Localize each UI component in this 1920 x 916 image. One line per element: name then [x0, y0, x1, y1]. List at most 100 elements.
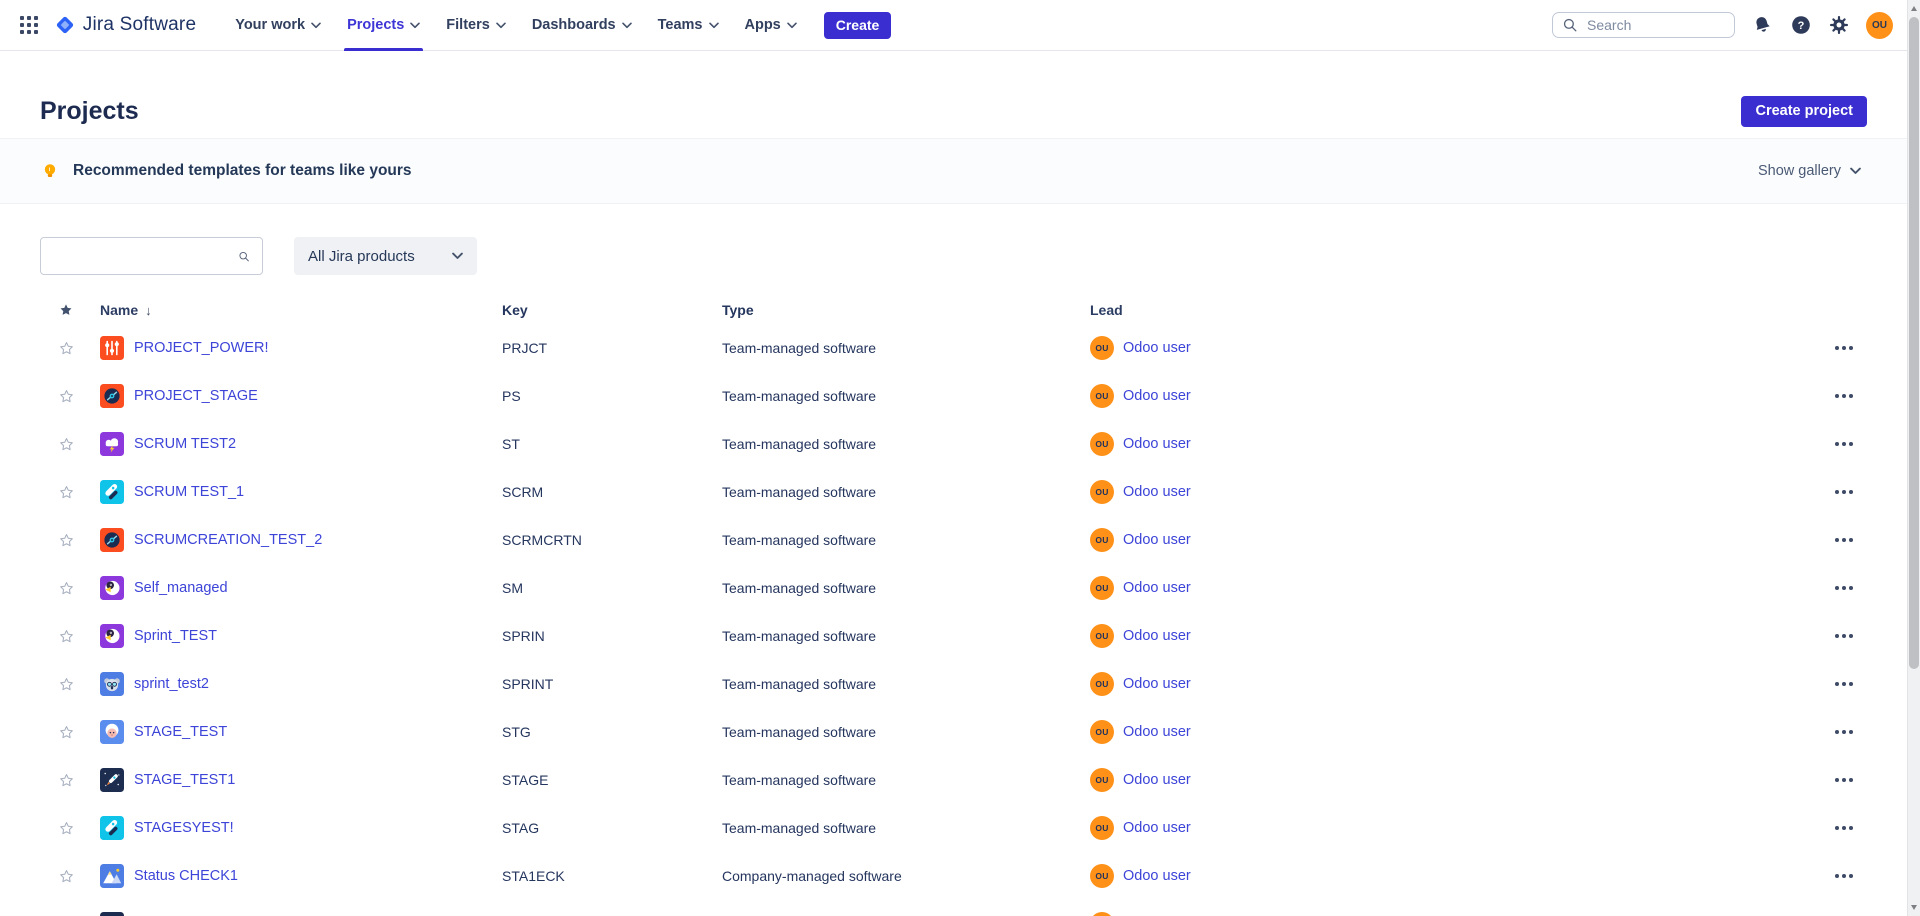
search-icon [238, 248, 250, 265]
row-actions-cell [1797, 342, 1867, 354]
more-actions-icon[interactable] [1833, 870, 1855, 882]
nav-item-apps[interactable]: Apps [732, 0, 810, 51]
nav-item-label: Filters [446, 17, 490, 33]
more-actions-icon[interactable] [1833, 486, 1855, 498]
lead-name-link[interactable]: Odoo user [1123, 436, 1191, 452]
nav-item-dashboards[interactable]: Dashboards [519, 0, 645, 51]
lead-name-link[interactable]: Odoo user [1123, 676, 1191, 692]
project-name-link[interactable]: STAGE_TEST [134, 724, 227, 740]
favorite-star-icon[interactable] [58, 868, 75, 885]
favorite-star-icon[interactable] [58, 724, 75, 741]
project-row: Self_managed SM Team-managed software OU… [40, 564, 1867, 612]
row-name-cell: STAGE_TEST1 [100, 768, 502, 792]
projects-table-body: PROJECT_POWER! PRJCT Team-managed softwa… [40, 324, 1867, 916]
more-actions-icon[interactable] [1833, 438, 1855, 450]
more-actions-icon[interactable] [1833, 774, 1855, 786]
project-name-link[interactable]: SCRUM TEST2 [134, 436, 236, 452]
nav-item-filters[interactable]: Filters [433, 0, 519, 51]
global-search-input[interactable] [1585, 16, 1715, 34]
project-name-link[interactable]: SCRUM TEST_1 [134, 484, 244, 500]
project-name-link[interactable]: Self_managed [134, 580, 228, 596]
row-star-cell [40, 436, 100, 453]
more-actions-icon[interactable] [1833, 534, 1855, 546]
rocket-dark-icon [100, 768, 124, 792]
jira-logo[interactable]: Jira Software [54, 14, 196, 36]
header-lead[interactable]: Lead [1090, 302, 1797, 318]
header-type[interactable]: Type [722, 302, 1090, 318]
projects-toolbar: All Jira products [40, 237, 1867, 275]
project-name-link[interactable]: Sprint_TEST [134, 628, 217, 644]
favorite-star-icon[interactable] [58, 628, 75, 645]
lead-name-link[interactable]: Odoo user [1123, 868, 1191, 884]
header-star-cell [40, 302, 100, 318]
products-filter-dropdown[interactable]: All Jira products [294, 237, 477, 275]
project-name-link[interactable]: STAGESYEST! [134, 820, 234, 836]
lead-name-link[interactable]: Odoo user [1123, 628, 1191, 644]
more-actions-icon[interactable] [1833, 630, 1855, 642]
row-lead-cell: OU Odoo user [1090, 480, 1797, 504]
lead-name-link[interactable]: Odoo user [1123, 772, 1191, 788]
project-name-link[interactable]: sprint_test2 [134, 676, 209, 692]
projects-search-input[interactable] [53, 247, 238, 265]
favorite-star-icon[interactable] [58, 532, 75, 549]
favorite-star-icon[interactable] [58, 388, 75, 405]
create-project-button[interactable]: Create project [1741, 96, 1867, 127]
vertical-scrollbar[interactable] [1907, 0, 1920, 916]
products-filter-value: All Jira products [308, 248, 415, 265]
lead-name-link[interactable]: Odoo user [1123, 580, 1191, 596]
lead-avatar: OU [1090, 864, 1114, 888]
favorite-star-icon[interactable] [58, 484, 75, 501]
favorite-star-icon[interactable] [58, 340, 75, 357]
favorite-star-icon[interactable] [58, 436, 75, 453]
favorite-star-icon[interactable] [58, 580, 75, 597]
settings-button[interactable] [1828, 14, 1850, 36]
header-key[interactable]: Key [502, 302, 722, 318]
nav-item-teams[interactable]: Teams [645, 0, 732, 51]
more-actions-icon[interactable] [1833, 822, 1855, 834]
lead-name-link[interactable]: Odoo user [1123, 388, 1191, 404]
more-actions-icon[interactable] [1833, 678, 1855, 690]
project-name-link[interactable]: Status CHECK1 [134, 868, 238, 884]
global-search[interactable] [1552, 12, 1735, 38]
row-name-cell: Self_managed [100, 576, 502, 600]
project-name-link[interactable]: PROJECT_STAGE [134, 388, 258, 404]
more-actions-icon[interactable] [1833, 390, 1855, 402]
nav-item-projects[interactable]: Projects [334, 0, 433, 51]
lead-name-link[interactable]: Odoo user [1123, 340, 1191, 356]
nav-item-your-work[interactable]: Your work [222, 0, 334, 51]
project-row: STAGE_TEST STG Team-managed software OU … [40, 708, 1867, 756]
scrollbar-down-arrow-icon[interactable] [1911, 905, 1917, 910]
notifications-button[interactable] [1751, 14, 1774, 37]
project-name-link[interactable]: STAGE_TEST1 [134, 772, 235, 788]
more-actions-icon[interactable] [1833, 342, 1855, 354]
row-star-cell [40, 820, 100, 837]
project-name-link[interactable]: PROJECT_POWER! [134, 340, 269, 356]
user-avatar[interactable]: OU [1866, 12, 1893, 39]
storm-icon [100, 432, 124, 456]
projects-search[interactable] [40, 237, 263, 275]
more-actions-icon[interactable] [1833, 726, 1855, 738]
unknown-icon [100, 912, 124, 916]
app-switcher-icon[interactable] [20, 16, 38, 34]
lead-name-link[interactable]: Odoo user [1123, 532, 1191, 548]
nav-item-label: Projects [347, 17, 404, 33]
create-button[interactable]: Create [824, 12, 892, 39]
project-type: Team-managed software [722, 532, 1090, 548]
lead-avatar: OU [1090, 528, 1114, 552]
more-actions-icon[interactable] [1833, 582, 1855, 594]
favorite-star-icon[interactable] [58, 772, 75, 789]
project-name-link[interactable]: SCRUMCREATION_TEST_2 [134, 532, 322, 548]
scrollbar-up-arrow-icon[interactable] [1911, 6, 1917, 11]
lead-name-link[interactable]: Odoo user [1123, 484, 1191, 500]
show-gallery-button[interactable]: Show gallery [1752, 162, 1867, 180]
scrollbar-thumb[interactable] [1909, 17, 1919, 669]
help-button[interactable]: ? [1790, 14, 1812, 36]
row-name-cell: PROJECT_STAGE [100, 384, 502, 408]
favorite-star-icon[interactable] [58, 820, 75, 837]
lead-name-link[interactable]: Odoo user [1123, 724, 1191, 740]
row-star-cell [40, 580, 100, 597]
header-name[interactable]: Name ↓ [100, 302, 502, 318]
favorite-star-icon[interactable] [58, 676, 75, 693]
lead-name-link[interactable]: Odoo user [1123, 820, 1191, 836]
chevron-down-icon [311, 22, 321, 29]
